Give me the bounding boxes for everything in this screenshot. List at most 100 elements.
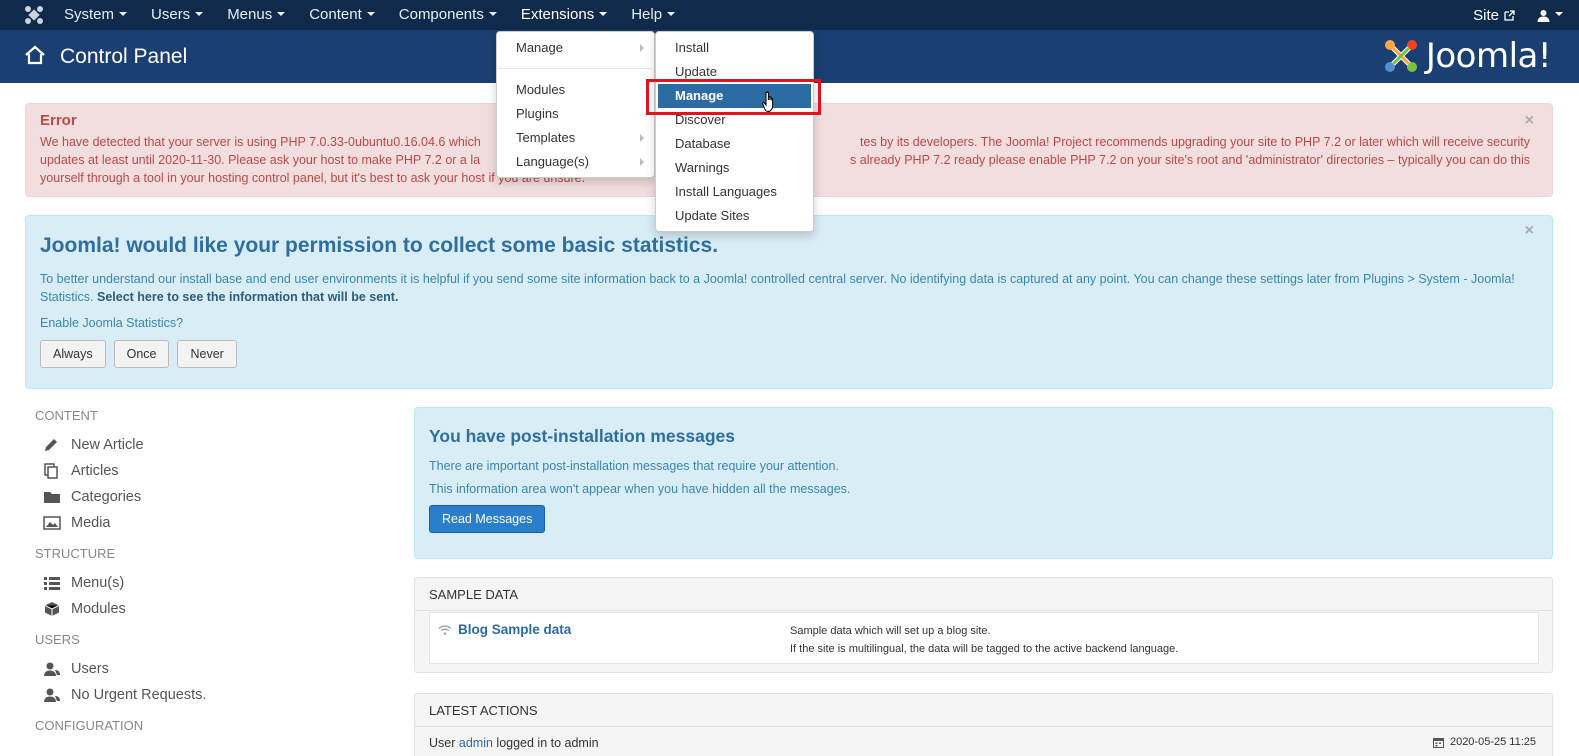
sample-data-title: SAMPLE DATA — [415, 578, 1552, 611]
joomla-brand: Joomla! — [1382, 36, 1552, 76]
wifi-icon — [438, 624, 452, 635]
statistics-alert: × Joomla! would like your permission to … — [25, 215, 1553, 389]
error-line-2b: s already PHP 7.2 ready please enable PH… — [850, 153, 1530, 167]
joomla-logo-icon[interactable] — [24, 5, 44, 25]
latest-actions-panel: LATEST ACTIONS User admin logged in to a… — [414, 693, 1553, 756]
sidebar-item-new-article[interactable]: New Article — [35, 432, 375, 458]
chevron-down-icon — [667, 12, 676, 17]
calendar-icon — [1432, 737, 1444, 748]
hand-cursor-icon — [762, 91, 774, 113]
sidebar-item-no-urgent-requests[interactable]: No Urgent Requests. — [35, 682, 375, 708]
section-content-title: CONTENT — [35, 408, 98, 423]
close-icon[interactable]: × — [1525, 222, 1534, 240]
sample-data-desc-2: If the site is multilingual, the data wi… — [790, 643, 1179, 655]
dropdown-divider — [498, 68, 653, 69]
menu-system[interactable]: System — [52, 0, 139, 30]
menu-system-label: System — [64, 6, 115, 23]
post-installation-heading: You have post-installation messages — [429, 426, 736, 446]
site-link[interactable]: Site — [1473, 7, 1515, 24]
dropdown-item-plugins[interactable]: Plugins — [497, 102, 654, 126]
dropdown-manage-label: Manage — [516, 40, 563, 55]
menu-content[interactable]: Content — [297, 0, 387, 30]
topnav-right: Site — [1473, 0, 1563, 30]
statistics-heading: Joomla! would like your permission to co… — [40, 234, 719, 257]
chevron-down-icon — [1555, 12, 1563, 16]
external-link-icon — [1504, 9, 1515, 21]
action-date-value: 2020-05-25 11:25 — [1449, 736, 1536, 748]
manage-submenu: Install Update Manage Discover Database … — [655, 31, 814, 232]
chevron-right-icon — [640, 44, 644, 52]
menu-extensions-label: Extensions — [520, 6, 595, 23]
action-date: 2020-05-25 11:25 — [1432, 736, 1536, 748]
submenu-item-install-languages[interactable]: Install Languages — [656, 180, 813, 204]
submenu-item-install[interactable]: Install — [656, 36, 813, 60]
close-icon[interactable]: × — [1525, 112, 1534, 130]
dropdown-languages-label: Language(s) — [516, 154, 589, 169]
once-button[interactable]: Once — [113, 340, 170, 368]
menu-components[interactable]: Components — [387, 0, 509, 30]
dropdown-templates-label: Templates — [516, 130, 576, 145]
dropdown-item-manage[interactable]: Manage — [497, 36, 654, 60]
pencil-icon — [45, 439, 57, 451]
menu-menus[interactable]: Menus — [215, 0, 297, 30]
statistics-buttons: Always Once Never — [40, 340, 1538, 368]
always-button[interactable]: Always — [40, 340, 106, 368]
menu-menus-label: Menus — [227, 6, 273, 23]
submenu-item-warnings[interactable]: Warnings — [656, 156, 813, 180]
blog-sample-data-link[interactable]: Blog Sample data — [438, 622, 571, 637]
sidebar-item-media[interactable]: Media — [35, 510, 375, 536]
cube-icon — [44, 602, 60, 616]
chevron-down-icon — [119, 12, 128, 17]
error-line-1a: We have detected that your server is usi… — [40, 135, 481, 149]
menu-content-label: Content — [309, 6, 362, 23]
sidebar-item-menus[interactable]: Menu(s) — [35, 570, 375, 596]
post-installation-panel: You have post-installation messages Ther… — [414, 407, 1553, 559]
error-line-2a: updates at least until 2020-11-30. Pleas… — [40, 153, 481, 167]
users-icon — [44, 688, 60, 702]
articles-label: Articles — [71, 463, 119, 479]
dropdown-modules-label: Modules — [516, 82, 566, 97]
statistics-text: To better understand our install base an… — [40, 270, 1538, 306]
sample-data-desc-1: Sample data which will set up a blog sit… — [790, 625, 991, 637]
never-button[interactable]: Never — [177, 340, 237, 368]
submenu-item-update-sites[interactable]: Update Sites — [656, 204, 813, 228]
section-configuration-title: CONFIGURATION — [35, 718, 144, 733]
menu-help[interactable]: Help — [619, 0, 687, 30]
sidebar-item-modules[interactable]: Modules — [35, 596, 375, 622]
no-urgent-requests-label: No Urgent Requests. — [71, 687, 207, 703]
sample-data-description: Sample data which will set up a blog sit… — [790, 622, 1178, 658]
joomla-brand-icon — [1384, 40, 1417, 72]
chevron-down-icon — [195, 12, 204, 17]
action-prefix: User — [429, 736, 456, 750]
user-menu[interactable] — [1537, 9, 1563, 22]
top-navbar: System Users Menus Content Components Ex… — [0, 0, 1579, 30]
new-article-label: New Article — [71, 437, 144, 453]
folder-icon — [44, 492, 60, 503]
chevron-down-icon — [366, 12, 375, 17]
user-icon — [1537, 9, 1550, 22]
image-icon — [43, 516, 61, 530]
page-title: Control Panel — [60, 45, 188, 68]
submenu-item-database[interactable]: Database — [656, 132, 813, 156]
extensions-dropdown: Manage Modules Plugins Templates Languag… — [496, 31, 655, 178]
latest-actions-title: LATEST ACTIONS — [415, 694, 1552, 727]
read-messages-button[interactable]: Read Messages — [429, 505, 546, 533]
dropdown-item-modules[interactable]: Modules — [497, 78, 654, 102]
menu-users[interactable]: Users — [139, 0, 215, 30]
main-menu: System Users Menus Content Components Ex… — [52, 0, 687, 30]
sample-data-row: Blog Sample data Sample data which will … — [429, 612, 1539, 664]
quick-links-sidebar: CONTENT New Article Articles Categories … — [35, 408, 375, 733]
categories-label: Categories — [71, 489, 142, 505]
menu-extensions[interactable]: Extensions — [509, 0, 619, 30]
users-icon — [44, 662, 60, 676]
statistics-info-link[interactable]: Select here to see the information that … — [97, 290, 398, 304]
menu-components-label: Components — [398, 6, 484, 23]
dropdown-item-templates[interactable]: Templates — [497, 126, 654, 150]
action-user-link[interactable]: admin — [459, 736, 493, 750]
sidebar-item-articles[interactable]: Articles — [35, 458, 375, 484]
chevron-down-icon — [277, 12, 286, 17]
sidebar-item-categories[interactable]: Categories — [35, 484, 375, 510]
sidebar-item-users[interactable]: Users — [35, 656, 375, 682]
dropdown-item-languages[interactable]: Language(s) — [497, 150, 654, 174]
blog-sample-data-label: Blog Sample data — [458, 622, 572, 637]
